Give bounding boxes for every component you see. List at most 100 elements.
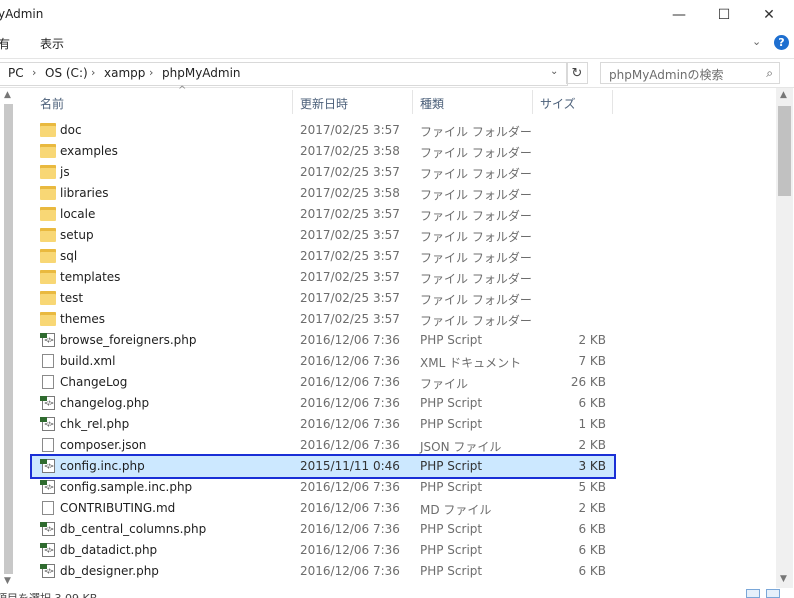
address-bar-row: PC › OS (C:) › xampp › phpMyAdmin ⌄ ↻ ph… — [0, 58, 794, 88]
refresh-icon: ↻ — [571, 65, 583, 81]
chevron-down-icon[interactable]: ⌄ — [550, 66, 558, 77]
tab-view[interactable]: 表示 — [40, 35, 64, 52]
file-size: 6 KB — [578, 564, 606, 578]
file-row[interactable]: setup 2017/02/25 3:57 ファイル フォルダー — [32, 225, 614, 246]
php-file-icon — [40, 417, 55, 431]
window-title: yAdmin — [0, 7, 44, 21]
file-row[interactable]: chk_rel.php 2016/12/06 7:36 PHP Script 1 KB — [32, 414, 614, 435]
file-type: PHP Script — [420, 564, 483, 578]
file-name: locale — [60, 207, 96, 221]
column-divider[interactable] — [532, 90, 533, 114]
details-view-button[interactable] — [746, 589, 760, 598]
file-name: themes — [60, 312, 106, 326]
file-size: 6 KB — [578, 543, 606, 557]
file-row[interactable]: config.sample.inc.php 2016/12/06 7:36 PHP … — [32, 477, 614, 498]
document-icon — [42, 501, 54, 515]
file-row[interactable]: composer.json 2016/12/06 7:36 JSON ファイル 2 K… — [32, 435, 614, 456]
minimize-button[interactable]: — — [656, 0, 702, 30]
tab-share[interactable]: 有 — [0, 35, 10, 52]
file-row[interactable]: changelog.php 2016/12/06 7:36 PHP Script 6 … — [32, 393, 614, 414]
refresh-button[interactable]: ↻ — [566, 62, 588, 84]
scroll-down-icon[interactable]: ▼ — [780, 574, 787, 584]
file-row[interactable]: doc 2017/02/25 3:57 ファイル フォルダー — [32, 120, 614, 141]
breadcrumb-phpmyadmin[interactable]: phpMyAdmin — [162, 66, 241, 80]
close-button[interactable]: ✕ — [746, 0, 792, 30]
file-type: ファイル フォルダー — [420, 209, 532, 223]
breadcrumb-pc[interactable]: PC — [8, 66, 24, 80]
large-icons-view-button[interactable] — [766, 589, 780, 598]
file-type: JSON ファイル — [420, 440, 502, 454]
file-row[interactable]: sql 2017/02/25 3:57 ファイル フォルダー — [32, 246, 614, 267]
file-name: config.sample.inc.php — [60, 480, 193, 494]
column-header-type[interactable]: 種類 — [420, 95, 444, 112]
php-file-icon — [40, 396, 55, 410]
vertical-scrollbar[interactable]: ▲ ▼ — [776, 88, 793, 588]
breadcrumb-drive[interactable]: OS (C:) — [45, 66, 88, 80]
file-name: browse_foreigners.php — [60, 333, 197, 347]
help-icon[interactable]: ? — [774, 35, 789, 50]
file-list[interactable]: doc 2017/02/25 3:57 ファイル フォルダー examples 2017… — [22, 120, 774, 588]
sort-ascending-icon: ^ — [178, 85, 187, 96]
scrollbar-thumb[interactable] — [778, 106, 791, 196]
file-size: 5 KB — [578, 480, 606, 494]
file-row[interactable]: examples 2017/02/25 3:58 ファイル フォルダー — [32, 141, 614, 162]
file-date: 2017/02/25 3:57 — [300, 228, 400, 242]
file-row[interactable]: db_designer.php 2016/12/06 7:36 PHP Script… — [32, 561, 614, 582]
file-row[interactable]: locale 2017/02/25 3:57 ファイル フォルダー — [32, 204, 614, 225]
address-bar[interactable]: PC › OS (C:) › xampp › phpMyAdmin ⌄ — [0, 62, 568, 86]
file-row[interactable]: libraries 2017/02/25 3:58 ファイル フォルダー — [32, 183, 614, 204]
file-row[interactable]: browse_foreigners.php 2016/12/06 7:36 PHP … — [32, 330, 614, 351]
file-row[interactable]: db_central_columns.php 2016/12/06 7:36 PHP… — [32, 519, 614, 540]
php-file-icon — [40, 333, 55, 347]
file-row[interactable]: db_datadict.php 2016/12/06 7:36 PHP Script… — [32, 540, 614, 561]
column-header-name[interactable]: 名前 — [40, 95, 64, 112]
file-row[interactable]: js 2017/02/25 3:57 ファイル フォルダー — [32, 162, 614, 183]
folder-icon — [40, 123, 56, 137]
file-type: PHP Script — [420, 417, 483, 431]
file-row[interactable]: build.xml 2016/12/06 7:36 XML ドキュメント 7 KB — [32, 351, 614, 372]
breadcrumb-xampp[interactable]: xampp — [104, 66, 145, 80]
ribbon-expand-icon[interactable]: ⌄ — [752, 35, 761, 48]
file-type: ファイル フォルダー — [420, 314, 532, 328]
column-divider[interactable] — [612, 90, 613, 114]
file-type: ファイル — [420, 377, 469, 391]
file-type: ファイル フォルダー — [420, 146, 532, 160]
file-date: 2016/12/06 7:36 — [300, 333, 400, 347]
navigation-scrollbar[interactable] — [4, 104, 13, 574]
column-divider[interactable] — [412, 90, 413, 114]
chevron-right-icon[interactable]: › — [149, 66, 153, 79]
chevron-right-icon[interactable]: › — [32, 66, 36, 79]
file-date: 2016/12/06 7:36 — [300, 543, 400, 557]
php-file-icon — [40, 543, 55, 557]
file-name: js — [60, 165, 70, 179]
scroll-up-icon[interactable]: ▲ — [4, 90, 11, 100]
file-type: PHP Script — [420, 522, 483, 536]
scroll-up-icon[interactable]: ▲ — [780, 90, 787, 100]
file-row[interactable]: ChangeLog 2016/12/06 7:36 ファイル 26 KB — [32, 372, 614, 393]
scroll-down-icon[interactable]: ▼ — [4, 576, 11, 586]
file-date: 2016/12/06 7:36 — [300, 375, 400, 389]
file-row[interactable]: themes 2017/02/25 3:57 ファイル フォルダー — [32, 309, 614, 330]
file-date: 2016/12/06 7:36 — [300, 417, 400, 431]
column-header-date[interactable]: 更新日時 — [300, 95, 348, 112]
file-name: changelog.php — [60, 396, 150, 410]
document-icon — [42, 354, 54, 368]
maximize-button[interactable]: ☐ — [701, 0, 747, 30]
column-header-size[interactable]: サイズ — [540, 95, 576, 112]
document-icon — [42, 438, 54, 452]
minimize-icon: — — [672, 7, 686, 23]
file-row[interactable]: config.inc.php 2015/11/11 0:46 PHP Script 3… — [30, 454, 616, 479]
file-row[interactable]: test 2017/02/25 3:57 ファイル フォルダー — [32, 288, 614, 309]
file-type: PHP Script — [420, 396, 483, 410]
file-row[interactable]: CONTRIBUTING.md 2016/12/06 7:36 MD ファイル 2 K… — [32, 498, 614, 519]
php-file-icon — [40, 459, 55, 473]
file-name: test — [60, 291, 84, 305]
file-name: libraries — [60, 186, 109, 200]
chevron-right-icon[interactable]: › — [91, 66, 95, 79]
close-icon: ✕ — [763, 7, 775, 23]
file-row[interactable]: templates 2017/02/25 3:57 ファイル フォルダー — [32, 267, 614, 288]
folder-icon — [40, 312, 56, 326]
navigation-pane[interactable]: ▲ ▼ — [0, 88, 18, 588]
search-input[interactable]: phpMyAdminの検索 ⌕ — [600, 62, 780, 84]
column-divider[interactable] — [292, 90, 293, 114]
